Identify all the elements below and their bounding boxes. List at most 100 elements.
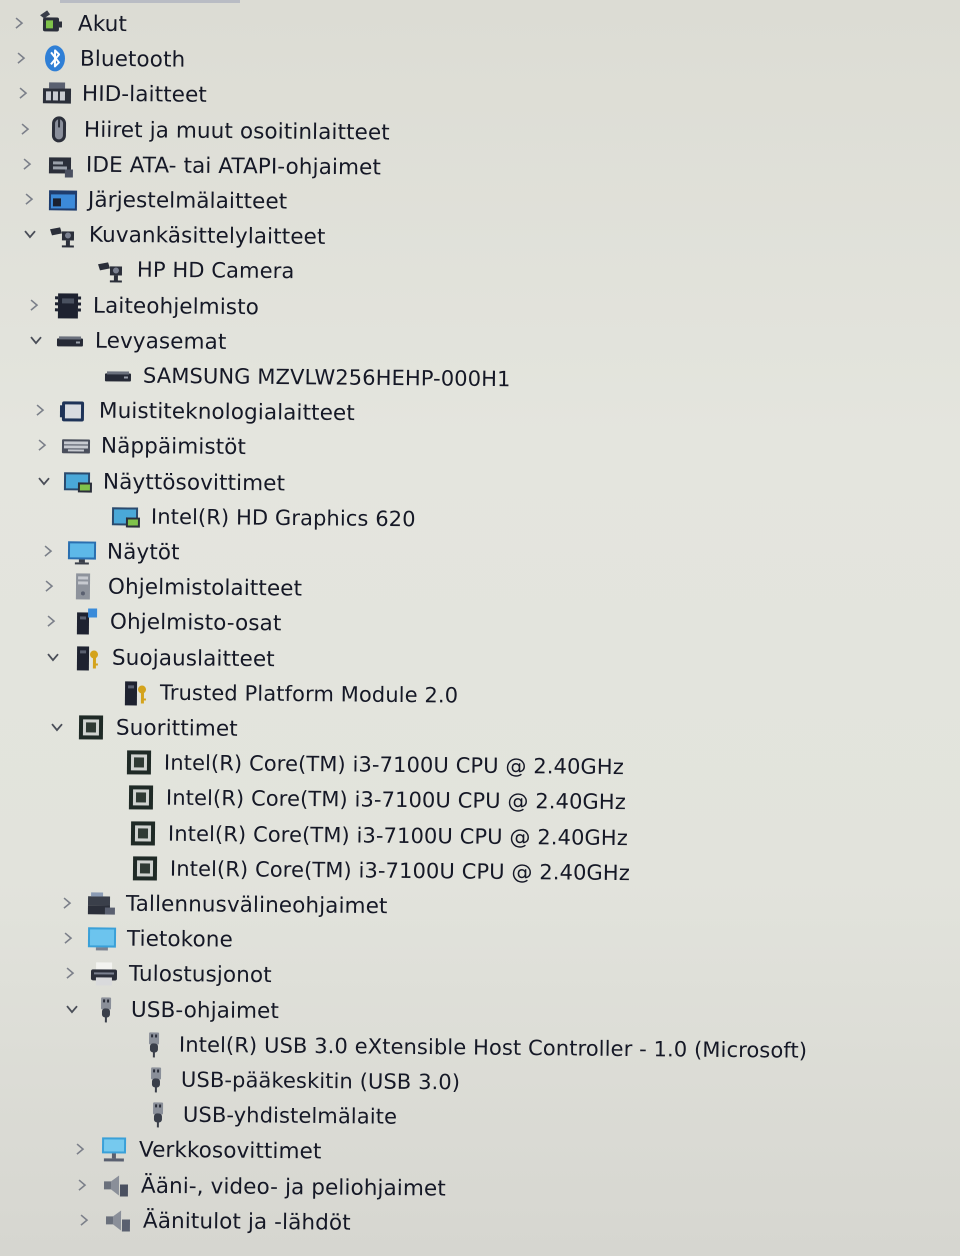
security-device-icon (118, 677, 152, 707)
category-ide-ata-tai-atapi-ohjaimet[interactable]: IDE ATA- tai ATAPI-ohjaimet (15, 147, 381, 185)
category-usb-ohjaimet[interactable]: USB-ohjaimet (61, 992, 279, 1028)
category-kuvankasittelylaitteet[interactable]: Kuvankäsittelylaitteet (19, 217, 326, 254)
sound-icon (99, 1170, 133, 1200)
category-akut[interactable]: Akut (8, 6, 127, 41)
chevron-right-icon[interactable] (10, 46, 32, 70)
device-samsung-mzvlw256hehp-000h1-0[interactable]: SAMSUNG MZVLW256HEHP-000H1 (73, 358, 511, 396)
device-intel-r-core-tm-i3-7100u-cpu-2-40ghz-3-label: Intel(R) Core(TM) i3-7100U CPU @ 2.40GHz (169, 856, 630, 885)
category-tulostusjonot-label: Tulostusjonot (129, 961, 273, 988)
category-tietokone[interactable]: Tietokone (57, 921, 233, 957)
category-suojauslaitteet-label: Suojauslaitteet (112, 644, 276, 672)
category-verkkosovittimet-label: Verkkosovittimet (138, 1137, 322, 1165)
camera-icon (95, 255, 129, 285)
chevron-right-icon[interactable] (72, 1208, 94, 1232)
category-bluetooth[interactable]: Bluetooth (10, 41, 186, 77)
chevron-down-icon[interactable] (46, 715, 68, 739)
memory-device-icon (57, 395, 91, 425)
display-adapter-icon (61, 466, 95, 496)
usb-icon (139, 1064, 173, 1094)
chevron-right-icon[interactable] (8, 11, 30, 35)
chevron-right-icon[interactable] (31, 433, 53, 457)
category-muistiteknologialaitteet[interactable]: Muistiteknologialaitteet (29, 393, 355, 430)
category-verkkosovittimet[interactable]: Verkkosovittimet (69, 1132, 322, 1168)
category-naytot[interactable]: Näytöt (36, 534, 179, 569)
category-laiteohjelmisto-label: Laiteohjelmisto (93, 292, 260, 320)
chevron-right-icon[interactable] (57, 926, 79, 950)
storage-controller-icon (83, 888, 117, 918)
category-jarjestelmalaitteet-label: Järjestelmälaitteet (87, 187, 287, 215)
disk-drive-icon (101, 360, 135, 390)
processor-icon (124, 783, 158, 813)
chevron-right-icon[interactable] (59, 961, 81, 985)
category-nappaimistot[interactable]: Näppäimistöt (31, 428, 246, 464)
device-intel-r-core-tm-i3-7100u-cpu-2-40ghz-0[interactable]: Intel(R) Core(TM) i3-7100U CPU @ 2.40GHz (94, 745, 624, 784)
category-hiiret-ja-muut-osoitinlaitteet-label: Hiiret ja muut osoitinlaitteet (83, 116, 390, 145)
device-intel-r-hd-graphics-620-0-label: Intel(R) HD Graphics 620 (150, 504, 416, 532)
device-intel-r-core-tm-i3-7100u-cpu-2-40ghz-0-label: Intel(R) Core(TM) i3-7100U CPU @ 2.40GHz (163, 750, 624, 780)
category-aani-video-ja-peliohjaimet[interactable]: Ääni-, video- ja peliohjaimet (71, 1168, 446, 1206)
category-tallennusvalineohjaimet[interactable]: Tallennusvälineohjaimet (55, 886, 387, 923)
device-trusted-platform-module-2-0-0[interactable]: Trusted Platform Module 2.0 (90, 675, 458, 713)
category-jarjestelmalaitteet[interactable]: Järjestelmälaitteet (17, 182, 287, 219)
usb-icon (89, 994, 123, 1024)
category-suorittimet[interactable]: Suorittimet (46, 710, 238, 746)
chevron-down-icon[interactable] (25, 328, 47, 352)
category-kuvankasittelylaitteet-label: Kuvankäsittelylaitteet (89, 222, 326, 250)
chevron-right-icon[interactable] (71, 1173, 93, 1197)
device-usb-paakeskitin-usb-3-0-1[interactable]: USB-pääkeskitin (USB 3.0) (111, 1062, 460, 1099)
software-device-icon (66, 571, 100, 601)
category-nayttosovittimet[interactable]: Näyttösovittimet (33, 464, 285, 500)
device-intel-r-usb-3-0-extensible-host-controller-1-0-microsoft-0[interactable]: Intel(R) USB 3.0 eXtensible Host Control… (109, 1027, 807, 1068)
category-tulostusjonot[interactable]: Tulostusjonot (59, 956, 272, 992)
category-tallennusvalineohjaimet-label: Tallennusvälineohjaimet (125, 891, 388, 919)
category-muistiteknologialaitteet-label: Muistiteknologialaitteet (98, 398, 355, 426)
chevron-right-icon[interactable] (40, 609, 62, 633)
device-intel-r-hd-graphics-620-0[interactable]: Intel(R) HD Graphics 620 (80, 499, 415, 536)
device-intel-r-core-tm-i3-7100u-cpu-2-40ghz-2[interactable]: Intel(R) Core(TM) i3-7100U CPU @ 2.40GHz (98, 816, 628, 855)
processor-icon (127, 853, 161, 883)
category-laiteohjelmisto[interactable]: Laiteohjelmisto (23, 288, 259, 324)
chevron-right-icon[interactable] (29, 398, 51, 422)
category-aanitulot-ja-lahdot[interactable]: Äänitulot ja -lähdöt (72, 1203, 350, 1240)
security-device-icon (70, 642, 104, 672)
category-ohjelmistolaitteet-label: Ohjelmistolaitteet (108, 574, 303, 602)
chevron-right-icon[interactable] (38, 574, 60, 598)
category-ohjelmistolaitteet[interactable]: Ohjelmistolaitteet (38, 569, 303, 606)
device-hp-hd-camera-0-label: HP HD Camera (137, 258, 295, 284)
chevron-right-icon[interactable] (12, 81, 34, 105)
chevron-right-icon[interactable] (17, 187, 39, 211)
device-tree: Akut Bluetooth HID-laitteet Hiiret ja muut … (0, 0, 960, 1256)
category-levyasemat[interactable]: Levyasemat (25, 323, 227, 359)
chevron-down-icon[interactable] (19, 222, 41, 246)
device-intel-r-core-tm-i3-7100u-cpu-2-40ghz-3[interactable]: Intel(R) Core(TM) i3-7100U CPU @ 2.40GHz (99, 851, 630, 890)
device-hp-hd-camera-0[interactable]: HP HD Camera (67, 252, 295, 288)
hid-device-icon (40, 79, 74, 109)
chevron-right-icon[interactable] (36, 539, 58, 563)
category-ohjelmisto-osat[interactable]: Ohjelmisto-osat (40, 604, 282, 640)
category-hiiret-ja-muut-osoitinlaitteet[interactable]: Hiiret ja muut osoitinlaitteet (14, 112, 390, 150)
chevron-down-icon[interactable] (61, 997, 83, 1021)
monitor-icon (64, 536, 98, 566)
category-suojauslaitteet[interactable]: Suojauslaitteet (42, 640, 275, 676)
chevron-down-icon[interactable] (33, 469, 55, 493)
chevron-right-icon[interactable] (14, 117, 36, 141)
chevron-right-icon[interactable] (23, 293, 45, 317)
mouse-icon (42, 114, 76, 144)
category-ohjelmisto-osat-label: Ohjelmisto-osat (110, 609, 282, 637)
chevron-right-icon[interactable] (15, 152, 37, 176)
chevron-right-icon[interactable] (69, 1137, 91, 1161)
category-hid-laitteet[interactable]: HID-laitteet (12, 76, 207, 112)
device-usb-yhdistelmalaite-2[interactable]: USB-yhdistelmälaite (113, 1097, 397, 1134)
chevron-right-icon[interactable] (55, 891, 77, 915)
processor-icon (122, 747, 156, 777)
chevron-down-icon[interactable] (42, 645, 64, 669)
device-intel-r-core-tm-i3-7100u-cpu-2-40ghz-1[interactable]: Intel(R) Core(TM) i3-7100U CPU @ 2.40GHz (96, 780, 626, 819)
audio-io-icon (100, 1205, 134, 1235)
